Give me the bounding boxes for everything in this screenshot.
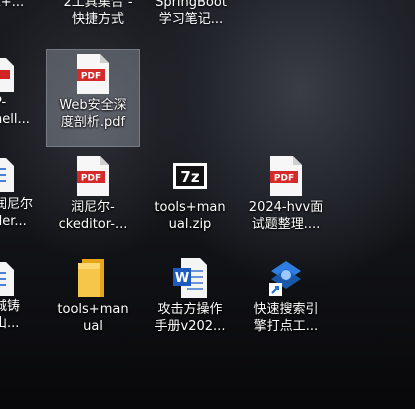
left-partial-1[interactable]: P- nell... <box>0 94 34 128</box>
top-label-springboot[interactable]: SpringBoot 学习笔记... <box>145 0 237 28</box>
svg-text:W: W <box>175 271 189 286</box>
svg-text:PDF: PDF <box>81 174 101 184</box>
left-partial-2[interactable]: 润尼尔 der... <box>0 196 34 230</box>
icon-label: 快速搜索引 擎打点工... <box>253 302 319 334</box>
icon-label: tools+man ual <box>57 302 129 334</box>
pdf-icon[interactable] <box>0 58 14 92</box>
left-partial-3[interactable]: 城铸 山... <box>0 298 34 332</box>
svg-text:7z: 7z <box>180 168 199 186</box>
svg-text:PDF: PDF <box>274 174 294 184</box>
pdf-icon: PDF <box>73 156 113 196</box>
icon-label: Web安全深 度剖析.pdf <box>59 98 127 130</box>
desktop-icon-ckeditor-pdf[interactable]: PDF 润尼尔- ckeditor-... <box>47 152 139 248</box>
desktop-icon-hvv-pdf[interactable]: PDF 2024-hvv面 试题整理.... <box>240 152 332 248</box>
desktop-icon-tools-manual-folder[interactable]: tools+man ual <box>47 254 139 350</box>
icon-label: 润尼尔- ckeditor-... <box>58 200 128 232</box>
doc-icon[interactable] <box>0 262 14 296</box>
folder-icon <box>73 258 113 298</box>
top-label-tools-shortcut[interactable]: 2工具集合 - 快捷方式 <box>52 0 144 28</box>
shortcut-app-icon <box>266 258 306 298</box>
top-label-left[interactable]: Z+... <box>0 0 54 11</box>
desktop: Z+... 2工具集合 - 快捷方式 SpringBoot 学习笔记... P-… <box>0 0 415 409</box>
desktop-icon-quick-search-shortcut[interactable]: 快速搜索引 擎打点工... <box>240 254 332 350</box>
icon-label: tools+man ual.zip <box>154 200 226 232</box>
pdf-icon: PDF <box>73 54 113 94</box>
desktop-icon-web-security-pdf[interactable]: PDF Web安全深 度剖析.pdf <box>46 49 140 147</box>
desktop-icon-tools-manual-zip[interactable]: 7z tools+man ual.zip <box>144 152 236 248</box>
icon-label: 2024-hvv面 试题整理.... <box>248 200 324 232</box>
desktop-icon-attack-manual-doc[interactable]: W 攻击方操作 手册v202... <box>144 254 236 350</box>
icon-label: 攻击方操作 手册v202... <box>154 302 226 334</box>
svg-text:PDF: PDF <box>81 72 101 82</box>
doc-icon[interactable] <box>0 158 14 192</box>
pdf-icon: PDF <box>266 156 306 196</box>
word-doc-icon: W <box>170 258 210 298</box>
7z-archive-icon: 7z <box>170 156 210 196</box>
